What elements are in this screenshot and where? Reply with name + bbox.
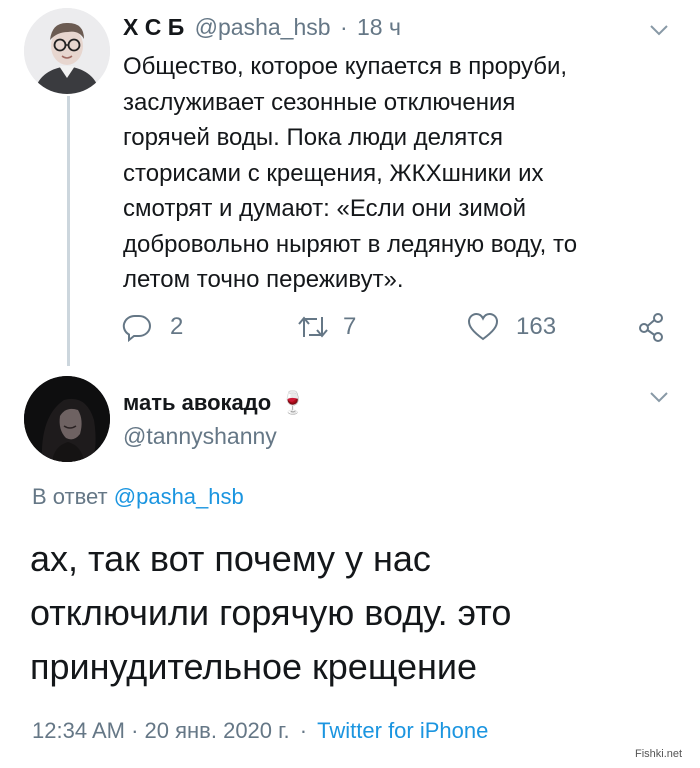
reply-count: 2 <box>170 313 184 340</box>
tweet-text-line: заслуживает сезонные отключения <box>123 88 516 116</box>
like-button[interactable]: 163 <box>467 312 556 342</box>
reply-source[interactable]: Twitter for iPhone <box>317 718 488 743</box>
avatar-tannyshanny[interactable] <box>24 376 110 462</box>
chevron-down-icon[interactable] <box>650 24 668 36</box>
share-button[interactable] <box>637 312 667 342</box>
tweet-text-line: летом точно переживут». <box>123 266 404 293</box>
reply-author-handle[interactable]: @tannyshanny <box>123 422 277 450</box>
separator-dot: · <box>299 718 308 743</box>
reply-time[interactable]: 12:34 AM <box>32 718 125 743</box>
separator-dot: · <box>131 718 139 743</box>
share-icon <box>639 313 663 342</box>
reply-author-row: мать авокадо 🍷 <box>123 389 307 417</box>
tweet-text: Общество, которое купается в проруби, за… <box>123 49 577 298</box>
retweet-button[interactable]: 7 <box>296 312 356 342</box>
author-handle[interactable]: @pasha_hsb <box>195 14 331 40</box>
reply-meta: 12:34 AM · 20 янв. 2020 г. · Twitter for… <box>32 717 488 745</box>
reply-to-handle[interactable]: @pasha_hsb <box>114 484 244 509</box>
reply-button[interactable]: 2 <box>122 312 183 342</box>
retweet-arrows-icon <box>298 316 328 338</box>
tweet-text-line: сторисами с крещения, ЖКХшники их <box>123 159 544 187</box>
retweet-count: 7 <box>343 313 357 340</box>
reply-text-line: отключили горячую воду. это <box>30 592 512 633</box>
reply-text-line: принудительное крещение <box>30 646 478 687</box>
speech-bubble-icon <box>122 314 151 342</box>
wine-glass-emoji: 🍷 <box>279 390 307 415</box>
reply-author-name[interactable]: мать авокадо <box>123 390 271 415</box>
avatar-pasha[interactable] <box>24 8 110 94</box>
tweet-text-line: добровольно ныряют в ледяную воду, то <box>123 230 578 258</box>
separator-dot: · <box>339 14 348 40</box>
tweet-text-line: горячей воды. Пока люди делятся <box>123 124 503 151</box>
tweet-time[interactable]: 18 ч <box>357 14 401 40</box>
avatar-portrait-image <box>24 376 110 462</box>
tweet-header: Х С Б @pasha_hsb · 18 ч <box>123 12 401 42</box>
reply-text: ах, так вот почему у нас отключили горяч… <box>30 532 511 694</box>
like-count: 163 <box>516 313 557 340</box>
thread-line <box>67 96 70 366</box>
reply-to-prefix: В ответ <box>32 484 108 509</box>
heart-icon <box>467 312 499 341</box>
watermark: Fishki.net <box>635 748 683 760</box>
reply-date[interactable]: 20 янв. 2020 г. <box>145 718 290 743</box>
reply-to-line: В ответ @pasha_hsb <box>32 483 244 511</box>
tweet-text-line: Общество, которое купается в проруби, <box>123 53 568 80</box>
chevron-down-icon[interactable] <box>650 391 668 403</box>
reply-text-line: ах, так вот почему у нас <box>30 538 431 579</box>
tweet-text-line: смотрят и думают: «Если они зимой <box>123 195 527 222</box>
author-name[interactable]: Х С Б <box>123 14 184 40</box>
avatar-portrait-image <box>24 8 110 94</box>
